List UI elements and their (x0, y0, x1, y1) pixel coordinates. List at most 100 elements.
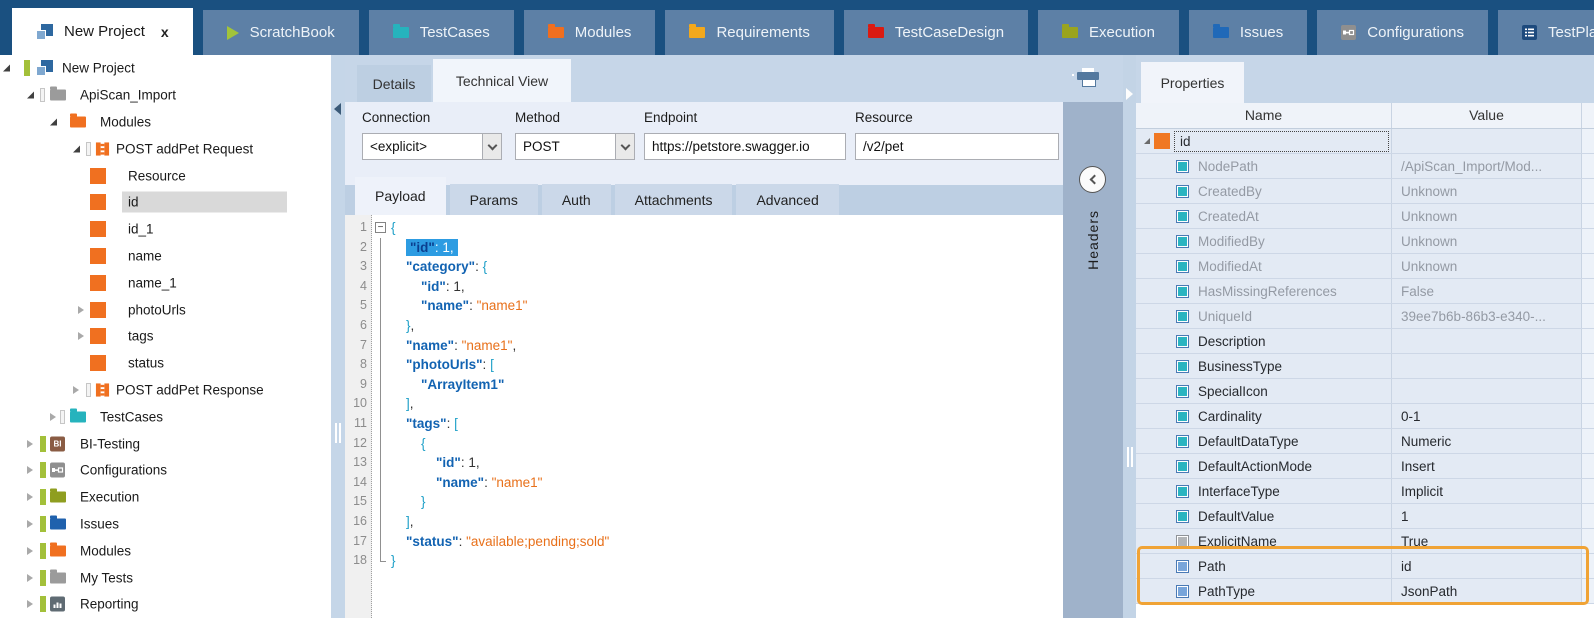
code-line[interactable]: 17"status": "available;pending;sold" (345, 532, 1063, 552)
top-tab-issues[interactable]: Issues (1189, 10, 1307, 55)
expander-closed-icon[interactable] (73, 386, 79, 394)
prop-row-modifiedat[interactable]: ModifiedAtUnknown (1136, 254, 1594, 279)
prop-row-modifiedby[interactable]: ModifiedByUnknown (1136, 229, 1594, 254)
prop-row-createdat[interactable]: CreatedAtUnknown (1136, 204, 1594, 229)
expander-open-icon[interactable] (3, 65, 10, 72)
subtab-auth[interactable]: Auth (542, 184, 611, 215)
tree-item-photourls[interactable]: photoUrls (0, 296, 331, 323)
top-tab-testcasedesign[interactable]: TestCaseDesign (844, 10, 1028, 55)
headers-expand-button[interactable] (1079, 166, 1106, 193)
expander-open-icon[interactable] (73, 145, 80, 152)
expander-closed-icon[interactable] (78, 306, 84, 314)
prop-row-id[interactable]: id (1136, 129, 1594, 154)
tree-item-apiscan-import[interactable]: ApiScan_Import (0, 82, 331, 109)
prop-row-path[interactable]: Pathid (1136, 554, 1594, 579)
tree-item-name[interactable]: name (0, 243, 331, 270)
right-splitter-grip[interactable] (1127, 447, 1133, 467)
top-tab-requirements[interactable]: Requirements (665, 10, 833, 55)
prop-row-uniqueid[interactable]: UniqueId39ee7b6b-86b3-e340-... (1136, 304, 1594, 329)
right-splitter[interactable] (1123, 55, 1136, 618)
top-tab-testplanning[interactable]: TestPlanning (1498, 10, 1594, 55)
tree-item-my-tests[interactable]: My Tests (0, 564, 331, 591)
expander-closed-icon[interactable] (27, 440, 33, 448)
code-line[interactable]: 14"name": "name1" (345, 473, 1063, 493)
prop-row-specialicon[interactable]: SpecialIcon (1136, 379, 1594, 404)
close-tab-icon[interactable]: x (161, 24, 169, 40)
tab-properties[interactable]: Properties (1141, 62, 1244, 103)
code-line[interactable]: 6}, (345, 316, 1063, 336)
expander-closed-icon[interactable] (27, 574, 33, 582)
dropdown-arrow-icon[interactable] (615, 134, 634, 159)
tree-item-tags[interactable]: tags (0, 323, 331, 350)
payload-code-editor[interactable]: 1−{2"id": 1,3"category": {4"id": 1,5"nam… (345, 215, 1063, 618)
prop-row-defaultdatatype[interactable]: DefaultDataTypeNumeric (1136, 429, 1594, 454)
code-line[interactable]: 9"ArrayItem1" (345, 375, 1063, 395)
expander-closed-icon[interactable] (27, 547, 33, 555)
tree-item-execution[interactable]: Execution (0, 484, 331, 511)
expander-closed-icon[interactable] (27, 600, 33, 608)
subtab-params[interactable]: Params (450, 184, 538, 215)
expander-closed-icon[interactable] (27, 493, 33, 501)
code-line[interactable]: 10], (345, 394, 1063, 414)
code-line[interactable]: 12{ (345, 434, 1063, 454)
prop-row-pathtype[interactable]: PathTypeJsonPath (1136, 579, 1594, 604)
prop-row-explicitname[interactable]: ExplicitNameTrue (1136, 529, 1594, 554)
resource-input[interactable]: /v2/pet (855, 133, 1059, 160)
code-line[interactable]: 16], (345, 512, 1063, 532)
code-line[interactable]: 18} (345, 551, 1063, 571)
collapse-left-icon[interactable] (334, 103, 341, 115)
tree-item-new-project[interactable]: New Project (0, 55, 331, 82)
code-line[interactable]: 8"photoUrls": [ (345, 355, 1063, 375)
code-line[interactable]: 7"name": "name1", (345, 336, 1063, 356)
endpoint-input[interactable]: https://petstore.swagger.io (644, 133, 846, 160)
top-tab-new project[interactable]: New Projectx (12, 8, 193, 55)
tree-item-configurations[interactable]: Configurations (0, 457, 331, 484)
method-select[interactable]: POST (515, 133, 635, 160)
expander-open-icon[interactable] (1144, 138, 1150, 144)
code-line[interactable]: 5"name": "name1" (345, 296, 1063, 316)
top-tab-scratchbook[interactable]: ScratchBook (203, 10, 359, 55)
prop-row-interfacetype[interactable]: InterfaceTypeImplicit (1136, 479, 1594, 504)
expander-open-icon[interactable] (50, 118, 57, 125)
top-tab-modules[interactable]: Modules (524, 10, 656, 55)
tree-item-post-addpet-response[interactable]: POST addPet Response (0, 377, 331, 404)
subtab-payload[interactable]: Payload (355, 177, 446, 215)
prop-row-hasmissingreferences[interactable]: HasMissingReferencesFalse (1136, 279, 1594, 304)
tree-item-modules[interactable]: Modules (0, 537, 331, 564)
tree-item-issues[interactable]: Issues (0, 511, 331, 538)
tree-item-resource[interactable]: Resource (0, 162, 331, 189)
tree-item-bi-testing[interactable]: BIBI-Testing (0, 430, 331, 457)
subtab-advanced[interactable]: Advanced (736, 184, 838, 215)
tree-item-post-addpet-request[interactable]: POST addPet Request (0, 135, 331, 162)
tree-item-id-1[interactable]: id_1 (0, 216, 331, 243)
expander-open-icon[interactable] (27, 92, 34, 99)
connection-select[interactable]: <explicit> (362, 133, 502, 160)
expander-closed-icon[interactable] (27, 466, 33, 474)
top-tab-testcases[interactable]: TestCases (369, 10, 514, 55)
prop-row-defaultactionmode[interactable]: DefaultActionModeInsert (1136, 454, 1594, 479)
collapse-right-icon[interactable] (1126, 88, 1133, 100)
prop-row-defaultvalue[interactable]: DefaultValue1 (1136, 504, 1594, 529)
prop-row-description[interactable]: Description (1136, 329, 1594, 354)
expander-closed-icon[interactable] (78, 332, 84, 340)
top-tab-configurations[interactable]: Configurations (1317, 10, 1488, 55)
tree-item-id[interactable]: id (0, 189, 331, 216)
tree-item-status[interactable]: status (0, 350, 331, 377)
dropdown-arrow-icon[interactable] (482, 134, 501, 159)
prop-row-cardinality[interactable]: Cardinality0-1 (1136, 404, 1594, 429)
prop-row-businesstype[interactable]: BusinessType (1136, 354, 1594, 379)
expander-closed-icon[interactable] (50, 413, 56, 421)
tree-item-name-1[interactable]: name_1 (0, 269, 331, 296)
expander-closed-icon[interactable] (27, 520, 33, 528)
code-line[interactable]: 3"category": { (345, 257, 1063, 277)
prop-row-createdby[interactable]: CreatedByUnknown (1136, 179, 1594, 204)
tab-details[interactable]: Details (357, 65, 431, 102)
left-splitter[interactable] (331, 55, 345, 618)
tab-technical-view[interactable]: Technical View (433, 59, 571, 102)
code-line[interactable]: 11"tags": [ (345, 414, 1063, 434)
tree-item-testcases[interactable]: TestCases (0, 403, 331, 430)
prop-row-nodepath[interactable]: NodePath/ApiScan_Import/Mod... (1136, 154, 1594, 179)
code-line[interactable]: 2"id": 1, (345, 238, 1063, 258)
code-line[interactable]: 13"id": 1, (345, 453, 1063, 473)
left-splitter-grip[interactable] (335, 423, 341, 443)
